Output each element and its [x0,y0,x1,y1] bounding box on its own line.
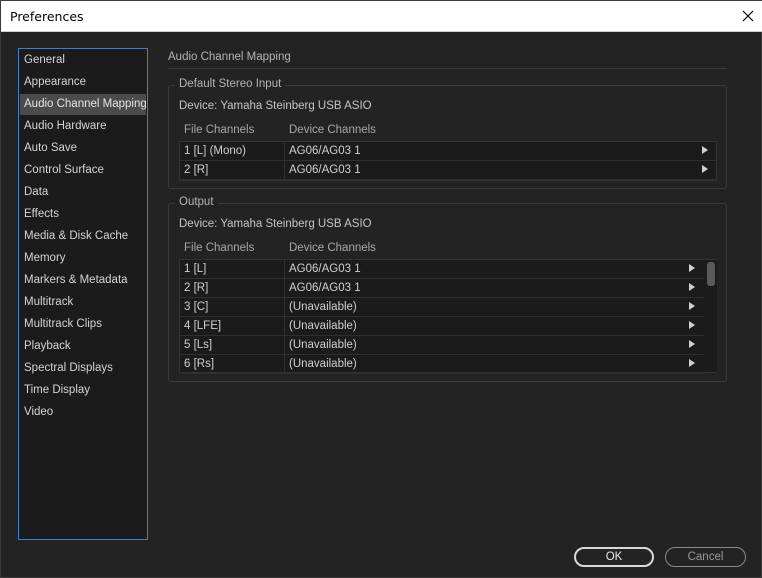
sidebar-item-time-display[interactable]: Time Display [20,380,146,401]
channel-row[interactable]: 3 [C] (Unavailable) [180,298,704,317]
output-channel-table: 1 [L] AG06/AG03 1 2 [R] AG06/AG03 1 3 [C] (Un… [179,259,717,374]
title-bar: Preferences [1,1,762,32]
file-channels-header: File Channels [184,242,255,254]
sidebar-item-media-disk-cache[interactable]: Media & Disk Cache [20,226,146,247]
expand-arrow-icon[interactable] [702,165,708,173]
column-divider [284,298,285,317]
expand-arrow-icon[interactable] [702,146,708,154]
sidebar-item-playback[interactable]: Playback [20,336,146,357]
preferences-dialog: Preferences General Appearance Audio Chann… [0,0,762,578]
output-group: Output Device: Yamaha Steinberg USB ASIO… [168,196,727,382]
sidebar-item-data[interactable]: Data [20,182,146,203]
device-channel-cell: AG06/AG03 1 [289,282,361,294]
file-channel-cell: 1 [L] [184,263,207,275]
channel-row[interactable]: 5 [Ls] (Unavailable) [180,336,704,355]
ok-button[interactable]: OK [574,547,654,567]
sidebar-item-appearance[interactable]: Appearance [20,72,146,93]
scrollbar-thumb[interactable] [707,262,715,286]
file-channel-cell: 2 [R] [184,282,209,294]
channel-row[interactable]: 2 [R] AG06/AG03 1 [180,279,704,298]
column-divider [284,279,285,298]
device-channels-header: Device Channels [289,124,376,136]
sidebar-item-effects[interactable]: Effects [20,204,146,225]
group-legend: Output [175,196,218,208]
page-title: Audio Channel Mapping [168,51,291,63]
channel-row[interactable]: 4 [LFE] (Unavailable) [180,317,704,336]
device-channel-cell: (Unavailable) [289,320,357,332]
preferences-category-list: General Appearance Audio Channel Mapping Au… [18,48,148,540]
sidebar-item-control-surface[interactable]: Control Surface [20,160,146,181]
file-channels-header: File Channels [184,124,255,136]
file-channel-cell: 3 [C] [184,301,209,313]
channel-row[interactable]: 1 [L] (Mono) AG06/AG03 1 [180,142,716,161]
close-button[interactable] [732,1,762,31]
device-label: Device: Yamaha Steinberg USB ASIO [179,100,372,112]
expand-arrow-icon[interactable] [689,321,695,329]
device-channel-cell: AG06/AG03 1 [289,145,361,157]
device-channel-cell: AG06/AG03 1 [289,164,361,176]
device-label: Device: Yamaha Steinberg USB ASIO [179,218,372,230]
column-divider [284,161,285,180]
sidebar-item-audio-channel-mapping[interactable]: Audio Channel Mapping [20,94,147,115]
default-stereo-input-group: Default Stereo Input Device: Yamaha Stei… [168,78,727,189]
expand-arrow-icon[interactable] [689,302,695,310]
sidebar-item-markers-metadata[interactable]: Markers & Metadata [20,270,146,291]
file-channel-cell: 4 [LFE] [184,320,222,332]
device-channels-header: Device Channels [289,242,376,254]
device-channel-cell: (Unavailable) [289,301,357,313]
input-channel-table: 1 [L] (Mono) AG06/AG03 1 2 [R] AG06/AG03 1 [179,141,717,181]
sidebar-item-memory[interactable]: Memory [20,248,146,269]
title-divider [168,68,727,69]
device-channel-cell: (Unavailable) [289,339,357,351]
file-channel-cell: 2 [R] [184,164,209,176]
sidebar-item-auto-save[interactable]: Auto Save [20,138,146,159]
cancel-button[interactable]: Cancel [665,547,746,567]
close-icon [742,10,753,22]
vertical-scrollbar[interactable] [705,260,717,372]
window-title: Preferences [10,9,84,24]
device-channel-cell: AG06/AG03 1 [289,263,361,275]
file-channel-cell: 1 [L] (Mono) [184,145,246,157]
expand-arrow-icon[interactable] [689,264,695,272]
file-channel-cell: 5 [Ls] [184,339,213,351]
column-divider [284,260,285,279]
device-channel-cell: (Unavailable) [289,358,357,370]
column-divider [284,336,285,355]
sidebar-item-video[interactable]: Video [20,402,146,423]
expand-arrow-icon[interactable] [689,359,695,367]
sidebar-item-multitrack[interactable]: Multitrack [20,292,146,313]
column-divider [284,355,285,374]
sidebar-item-spectral-displays[interactable]: Spectral Displays [20,358,146,379]
file-channel-cell: 6 [Rs] [184,358,215,370]
channel-row[interactable]: 1 [L] AG06/AG03 1 [180,260,704,279]
sidebar-item-audio-hardware[interactable]: Audio Hardware [20,116,146,137]
sidebar-item-multitrack-clips[interactable]: Multitrack Clips [20,314,146,335]
group-legend: Default Stereo Input [175,78,286,90]
channel-row[interactable]: 2 [R] AG06/AG03 1 [180,161,716,180]
column-divider [284,142,285,161]
expand-arrow-icon[interactable] [689,340,695,348]
column-divider [284,317,285,336]
channel-row[interactable]: 6 [Rs] (Unavailable) [180,355,704,374]
expand-arrow-icon[interactable] [689,283,695,291]
sidebar-item-general[interactable]: General [20,50,146,71]
